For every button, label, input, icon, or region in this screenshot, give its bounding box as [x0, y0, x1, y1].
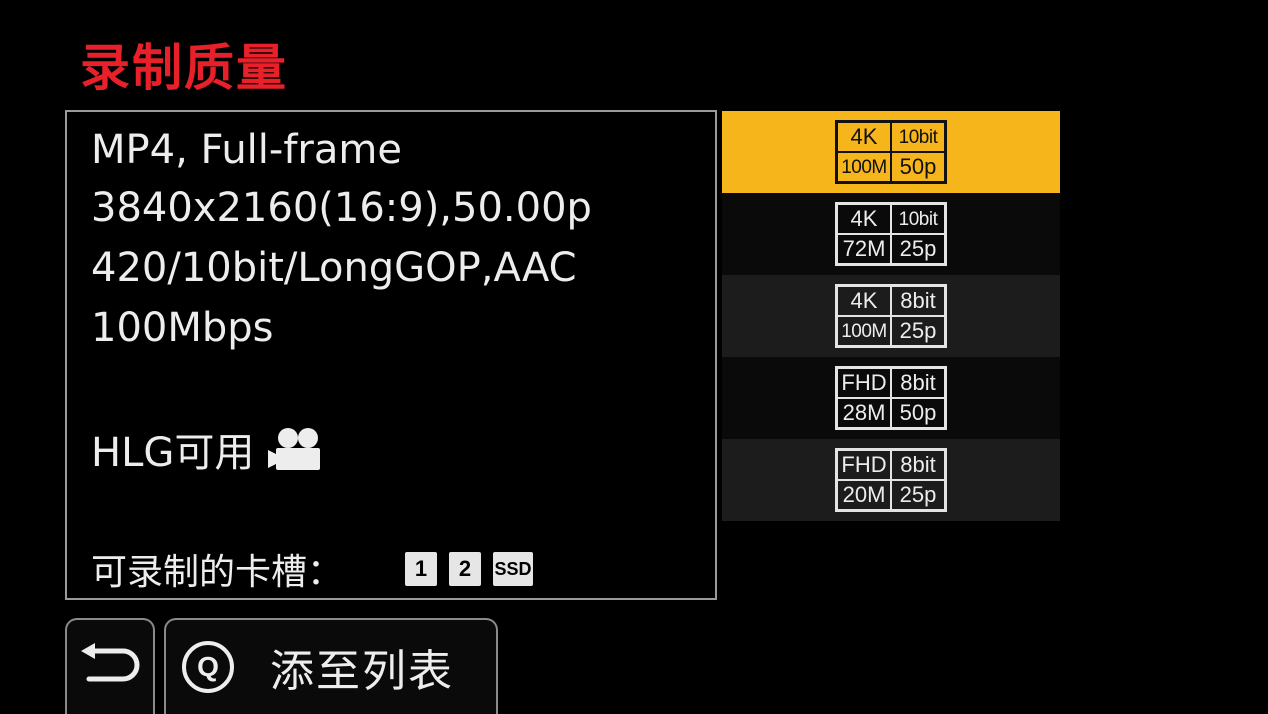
quality-item-4k-10bit-100m-50p[interactable]: 4K 10bit 100M 50p	[722, 111, 1060, 193]
quality-item-fhd-8bit-20m-25p[interactable]: FHD 8bit 20M 25p	[722, 439, 1060, 521]
badge-bitdepth: 8bit	[891, 368, 945, 398]
return-arrow-icon	[79, 643, 141, 691]
recording-slots-row: 可录制的卡槽： 1 2 SSD	[91, 542, 534, 596]
badge-bitdepth: 10bit	[891, 122, 945, 152]
recording-info-panel: MP4, Full-frame 3840x2160(16:9),50.00p 4…	[65, 110, 717, 600]
badge-resolution: 4K	[837, 122, 891, 152]
badge-resolution: FHD	[837, 368, 891, 398]
quality-badge: 4K 10bit 100M 50p	[835, 120, 947, 184]
badge-bitrate: 72M	[837, 234, 891, 264]
badge-bitrate: 20M	[837, 480, 891, 510]
badge-resolution: 4K	[837, 204, 891, 234]
quality-item-fhd-8bit-28m-50p[interactable]: FHD 8bit 28M 50p	[722, 357, 1060, 439]
badge-framerate: 50p	[891, 152, 945, 182]
ssd-icon: SSD	[493, 552, 534, 586]
quality-item-4k-10bit-72m-25p[interactable]: 4K 10bit 72M 25p	[722, 193, 1060, 275]
hlg-label: HLG可用	[91, 430, 255, 476]
badge-bitdepth: 8bit	[891, 286, 945, 316]
badge-framerate: 25p	[891, 234, 945, 264]
info-codec-line: 420/10bit/LongGOP,AAC	[91, 245, 577, 291]
badge-framerate: 25p	[891, 480, 945, 510]
info-resolution-line: 3840x2160(16:9),50.00p	[91, 185, 592, 231]
quality-list: 4K 10bit 100M 50p 4K 10bit 72M 25p 4K 8b…	[722, 111, 1060, 521]
quality-badge: 4K 10bit 72M 25p	[835, 202, 947, 266]
quality-badge: FHD 8bit 28M 50p	[835, 366, 947, 430]
slots-label: 可录制的卡槽：	[91, 552, 344, 593]
movie-camera-icon	[268, 426, 324, 472]
quality-badge: FHD 8bit 20M 25p	[835, 448, 947, 512]
info-bitrate-line: 100Mbps	[91, 305, 274, 351]
badge-bitdepth: 10bit	[891, 204, 945, 234]
quality-item-4k-8bit-100m-25p[interactable]: 4K 8bit 100M 25p	[722, 275, 1060, 357]
badge-bitrate: 28M	[837, 398, 891, 428]
badge-framerate: 50p	[891, 398, 945, 428]
slot-2-icon: 2	[449, 552, 482, 586]
info-format-line: MP4, Full-frame	[91, 127, 402, 173]
badge-bitdepth: 8bit	[891, 450, 945, 480]
back-button[interactable]	[65, 618, 155, 714]
add-to-list-label: 添至列表	[270, 646, 454, 697]
page-title: 录制质量	[80, 39, 288, 97]
badge-bitrate: 100M	[837, 152, 891, 182]
add-to-list-button[interactable]: Q 添至列表	[164, 618, 498, 714]
hlg-available-row: HLG可用	[91, 422, 324, 476]
badge-bitrate: 100M	[837, 316, 891, 346]
slot-1-icon: 1	[405, 552, 438, 586]
q-key-icon: Q	[182, 641, 234, 693]
badge-resolution: 4K	[837, 286, 891, 316]
badge-resolution: FHD	[837, 450, 891, 480]
badge-framerate: 25p	[891, 316, 945, 346]
quality-badge: 4K 8bit 100M 25p	[835, 284, 947, 348]
